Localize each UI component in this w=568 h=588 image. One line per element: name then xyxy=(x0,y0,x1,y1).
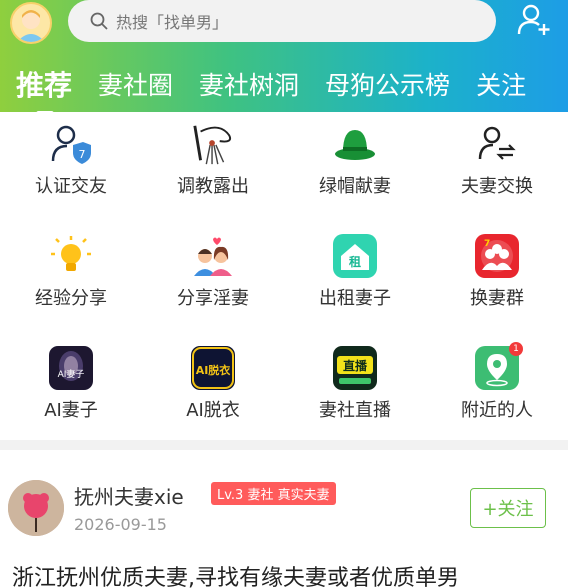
post-date: 2026-09-15 xyxy=(74,515,167,534)
search-placeholder: 热搜「找单男」 xyxy=(116,13,229,32)
live-icon-text: 直播 xyxy=(343,358,368,373)
grid-item-ai-undress[interactable]: AI脱衣 AI脱衣 xyxy=(142,346,284,422)
grid-label: 经验分享 xyxy=(35,288,107,309)
post-author-name[interactable]: 抚州夫妻xie xyxy=(74,481,184,510)
grid-label: 调教露出 xyxy=(177,176,249,197)
post-text[interactable]: 浙江抚州优质夫妻,寻找有缘夫妻或者优质单男 xyxy=(12,560,459,588)
grid-item-swap-group[interactable]: 7 换妻群 xyxy=(426,234,568,310)
ai-undress-app-icon: AI脱衣 xyxy=(191,346,235,390)
grid-item-green-hat[interactable]: 绿帽献妻 xyxy=(284,122,426,198)
grid-item-exchange[interactable]: 夫妻交换 xyxy=(426,122,568,198)
grid-label: 夫妻交换 xyxy=(461,176,533,197)
grid-label: 出租妻子 xyxy=(319,288,391,309)
search-bar[interactable]: 热搜「找单男」 xyxy=(68,0,496,42)
post-author-avatar[interactable] xyxy=(8,480,64,536)
whip-icon xyxy=(191,122,235,166)
follow-button[interactable]: +关注 xyxy=(470,488,546,528)
grid-item-ai-wife[interactable]: AI妻子 AI妻子 xyxy=(0,346,142,422)
verified-user-icon: 7 xyxy=(49,122,93,166)
tab-public-board[interactable]: 母狗公示榜 xyxy=(325,66,450,102)
group-chat-icon: 7 xyxy=(475,234,519,278)
grid-label: 认证交友 xyxy=(35,176,107,197)
grid-item-verified[interactable]: 7 认证交友 xyxy=(0,122,142,198)
grid-label: AI妻子 xyxy=(44,400,98,421)
search-icon xyxy=(90,12,108,30)
ai-wife-app-icon: AI妻子 xyxy=(49,346,93,390)
grid-item-share-wife[interactable]: 分享淫妻 xyxy=(142,234,284,310)
rent-house-icon: 租 xyxy=(333,234,377,278)
top-tabs: 推荐 妻社圈 妻社树洞 母狗公示榜 关注 xyxy=(16,62,552,116)
grid-label: 换妻群 xyxy=(470,288,524,309)
tab-tree-hole[interactable]: 妻社树洞 xyxy=(199,66,299,102)
section-divider xyxy=(0,440,568,450)
ai-wife-icon-text: AI妻子 xyxy=(58,368,85,380)
couple-icon xyxy=(191,234,235,278)
post-author-badge: Lv.3 妻社 真实夫妻 xyxy=(211,482,336,505)
nearby-map-icon: 1 xyxy=(475,342,523,390)
top-header: 热搜「找单男」 推荐 妻社圈 妻社树洞 母狗公示榜 关注 xyxy=(0,0,568,116)
tab-follow[interactable]: 关注 xyxy=(476,66,526,102)
grid-item-experience[interactable]: 经验分享 xyxy=(0,234,142,310)
grid-label: 附近的人 xyxy=(461,400,533,421)
svg-text:7: 7 xyxy=(79,148,86,161)
grid-label: 绿帽献妻 xyxy=(319,176,391,197)
tab-wife-circle[interactable]: 妻社圈 xyxy=(98,66,173,102)
add-user-icon[interactable] xyxy=(516,2,552,38)
grid-item-rent-wife[interactable]: 租 出租妻子 xyxy=(284,234,426,310)
ai-undress-icon-text: AI脱衣 xyxy=(196,363,232,377)
grid-label: 分享淫妻 xyxy=(177,288,249,309)
lightbulb-icon xyxy=(49,234,93,278)
grid-item-training[interactable]: 调教露出 xyxy=(142,122,284,198)
svg-text:租: 租 xyxy=(349,255,361,269)
green-hat-icon xyxy=(333,122,377,166)
user-exchange-icon xyxy=(475,122,519,166)
grid-label: 妻社直播 xyxy=(319,400,391,421)
svg-text:7: 7 xyxy=(484,239,490,249)
grid-item-live[interactable]: 直播 妻社直播 xyxy=(284,346,426,422)
user-avatar[interactable] xyxy=(10,2,52,44)
nearby-badge: 1 xyxy=(509,342,523,356)
live-stream-app-icon: 直播 xyxy=(333,346,377,390)
grid-label: AI脱衣 xyxy=(186,400,240,421)
tab-recommend[interactable]: 推荐 xyxy=(16,64,72,116)
grid-item-nearby[interactable]: 1 附近的人 xyxy=(426,342,568,422)
